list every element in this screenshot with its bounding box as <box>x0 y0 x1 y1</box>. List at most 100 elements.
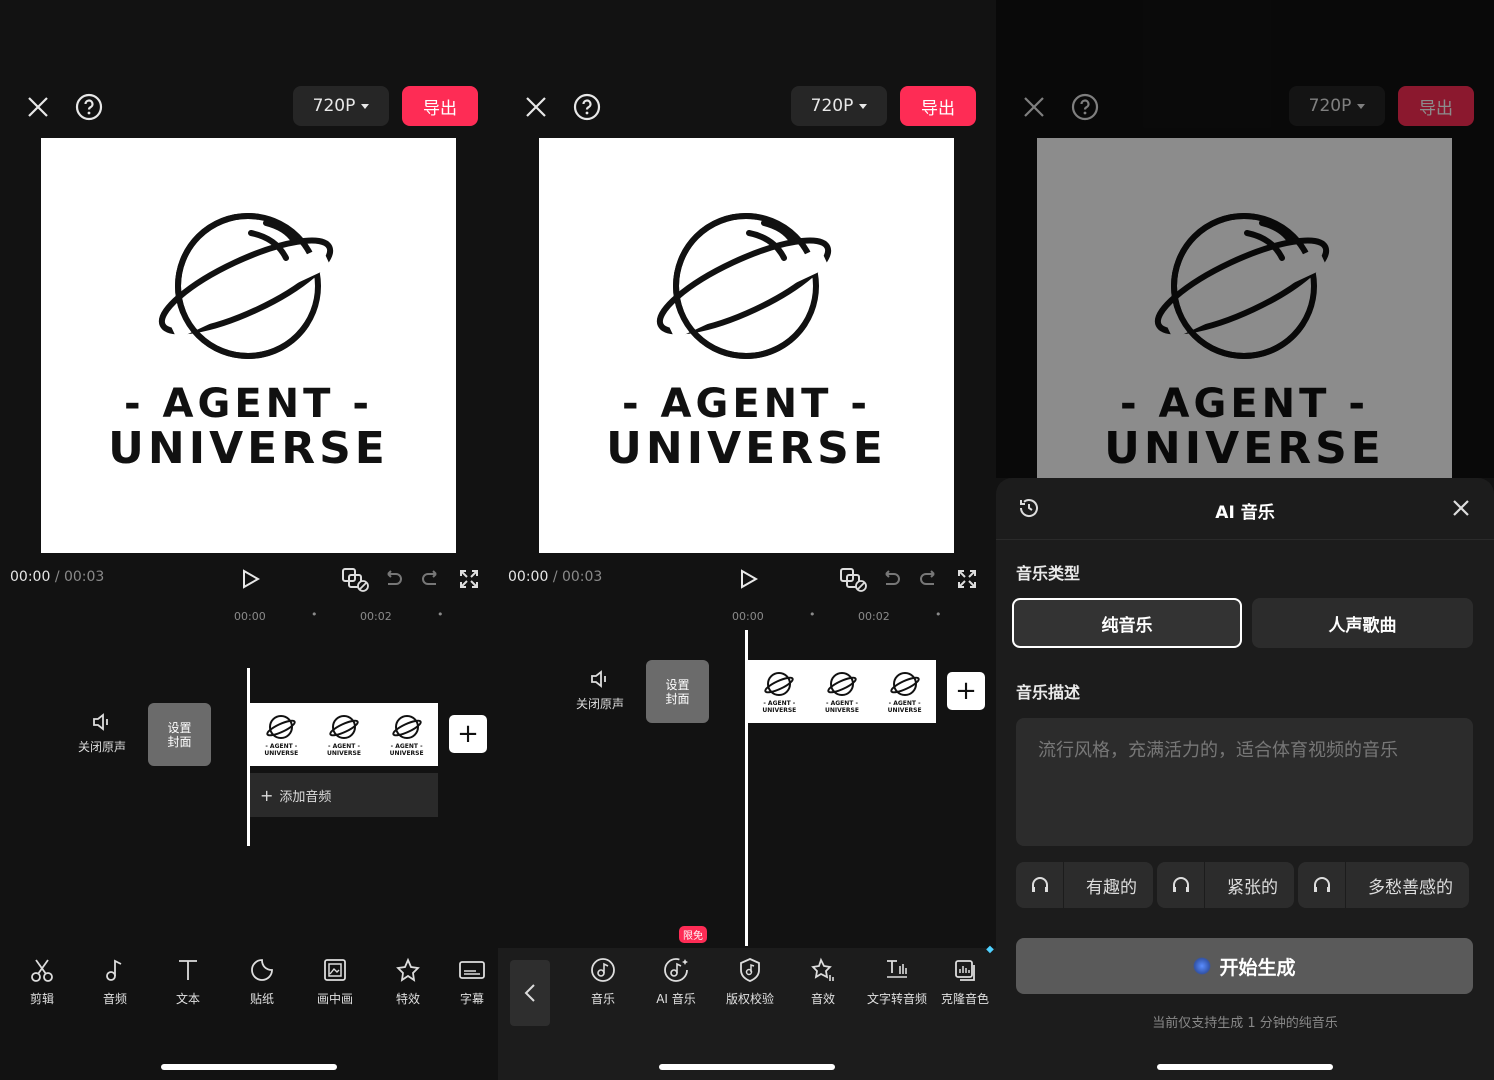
text-icon <box>179 960 197 980</box>
play-icon[interactable] <box>733 564 763 594</box>
time-display: 00:00 / 00:03 <box>508 569 602 585</box>
tool-label: 版权校验 <box>725 992 774 1006</box>
tool-label: 克隆音色 <box>940 992 989 1006</box>
video-preview: - AGENT - UNIVERSE <box>539 138 954 553</box>
video-clip[interactable]: - AGENT - UNIVERSE - AGENT - UNIVERSE - AG… <box>748 660 936 723</box>
timeline-ruler: 00:00 • 00:02 • <box>498 608 996 630</box>
ruler-dot: • <box>311 608 318 621</box>
back-button[interactable] <box>510 960 550 1026</box>
headphones-icon <box>1157 862 1205 908</box>
music-desc-input[interactable]: 流行风格，充满活力的，适合体育视频的音乐 <box>1016 718 1473 846</box>
tool-label: 文字转音频 <box>866 992 927 1006</box>
divider <box>996 539 1494 540</box>
keyframe-icon[interactable] <box>838 564 868 594</box>
ai-music-sheet: AI 音乐 音乐类型 纯音乐 人声歌曲 音乐描述 流行风格，充满活力的，适合体育… <box>996 478 1494 1080</box>
close-icon[interactable] <box>23 92 53 122</box>
add-clip-button[interactable]: + <box>947 672 985 710</box>
modal-overlay[interactable] <box>996 0 1494 478</box>
tool-effects[interactable]: 特效 <box>373 950 443 1007</box>
generation-note: 当前仅支持生成 1 分钟的纯音乐 <box>1152 1016 1338 1031</box>
keyframe-icon[interactable] <box>340 564 370 594</box>
mood-chip-fun[interactable]: 有趣的 <box>1016 862 1153 908</box>
tool-voice-clone[interactable]: ◆ 克隆音色 <box>934 944 996 1007</box>
add-audio-button[interactable]: + 添加音频 <box>250 773 438 817</box>
play-icon[interactable] <box>235 564 265 594</box>
tool-label: 剪辑 <box>29 992 54 1006</box>
resolution-select[interactable]: 720P <box>791 86 887 126</box>
mute-label: 关闭原声 <box>77 740 126 754</box>
add-clip-button[interactable]: + <box>449 715 487 753</box>
help-icon[interactable] <box>74 92 104 122</box>
time-separator: / <box>54 569 60 585</box>
thumb-text: - AGENT - <box>328 742 360 750</box>
export-button[interactable]: 导出 <box>900 86 976 126</box>
tool-copyright-check[interactable]: 版权校验 <box>715 950 785 1007</box>
headphones-icon <box>1016 862 1064 908</box>
home-indicator <box>659 1064 835 1070</box>
clip-thumbnail: - AGENT - UNIVERSE <box>751 664 807 720</box>
undo-icon[interactable] <box>378 564 408 594</box>
export-button[interactable]: 导出 <box>402 86 478 126</box>
music-desc-label: 音乐描述 <box>1016 683 1081 702</box>
tool-sound-effects[interactable]: 音效 <box>788 950 858 1007</box>
plus-icon: + <box>260 785 274 805</box>
mute-original-button[interactable]: 关闭原声 <box>67 712 137 755</box>
ruler-tick: 00:02 <box>360 610 392 623</box>
planet-logo-icon <box>656 213 832 359</box>
resolution-select[interactable]: 720P <box>293 86 389 126</box>
timeline-ruler: 00:00 • 00:02 • <box>0 608 498 630</box>
tool-ai-music[interactable]: 限免 AI 音乐 <box>641 926 711 1007</box>
tool-audio[interactable]: 音频 <box>80 950 150 1007</box>
fullscreen-icon[interactable] <box>454 564 484 594</box>
ruler-dot: • <box>437 608 444 621</box>
close-sheet-icon[interactable] <box>1446 493 1476 523</box>
speaker-icon <box>93 713 108 731</box>
mood-label: 多愁善感的 <box>1368 877 1453 898</box>
mood-chip-sentimental[interactable]: 多愁善感的 <box>1298 862 1469 908</box>
video-clip[interactable]: - AGENT - UNIVERSE - AGENT - UNIVERSE - AG… <box>250 703 438 766</box>
tool-pip[interactable]: 画中画 <box>300 950 370 1007</box>
top-bar: 720P 导出 <box>498 86 996 128</box>
ai-music-icon <box>664 958 688 982</box>
tool-text[interactable]: 文本 <box>153 950 223 1007</box>
shield-icon <box>740 958 760 982</box>
mood-chip-tense[interactable]: 紧张的 <box>1157 862 1294 908</box>
music-note-icon <box>106 959 122 981</box>
free-badge: 限免 <box>679 926 707 943</box>
tool-edit[interactable]: 剪辑 <box>7 950 77 1007</box>
type-vocal-button[interactable]: 人声歌曲 <box>1252 598 1473 648</box>
tool-text-to-audio[interactable]: 文字转音频 <box>861 950 933 1007</box>
editor-panel-main: 720P 导出 - AGENT - UNIVERSE 00:00 / 00:03 <box>0 0 498 1080</box>
tool-music[interactable]: 音乐 <box>568 950 638 1007</box>
mute-label: 关闭原声 <box>575 697 624 711</box>
fullscreen-icon[interactable] <box>952 564 982 594</box>
ruler-tick: 00:00 <box>234 610 266 623</box>
ai-music-panel: 720P 导出 - AGENT - UNIVERSE AI 音乐 音乐类型 纯音… <box>996 0 1494 1080</box>
tool-subtitle[interactable]: 字幕 <box>447 950 497 1007</box>
mood-label: 紧张的 <box>1227 877 1278 898</box>
help-icon[interactable] <box>572 92 602 122</box>
clip-thumbnail: - AGENT - UNIVERSE <box>814 664 870 720</box>
text-to-audio-icon <box>887 960 907 978</box>
ruler-dot: • <box>935 608 942 621</box>
redo-icon[interactable] <box>416 564 446 594</box>
ruler-dot: • <box>809 608 816 621</box>
redo-icon[interactable] <box>914 564 944 594</box>
mute-original-button[interactable]: 关闭原声 <box>565 669 635 712</box>
logo-text-line1: - AGENT - <box>622 381 871 427</box>
type-instrumental-button[interactable]: 纯音乐 <box>1012 598 1242 648</box>
set-cover-button[interactable]: 设置 封面 <box>148 703 211 766</box>
home-indicator <box>1157 1064 1333 1070</box>
set-cover-button[interactable]: 设置 封面 <box>646 660 709 723</box>
player-controls: 00:00 / 00:03 <box>498 565 996 593</box>
generate-button[interactable]: 开始生成 <box>1016 938 1473 994</box>
thumb-text: - AGENT - <box>888 699 921 707</box>
close-icon[interactable] <box>521 92 551 122</box>
tool-label: 贴纸 <box>249 992 274 1006</box>
undo-icon[interactable] <box>876 564 906 594</box>
sticker-icon <box>251 959 273 981</box>
ai-orb-icon <box>1193 957 1212 975</box>
scissors-icon <box>31 959 53 982</box>
tool-sticker[interactable]: 贴纸 <box>227 950 297 1007</box>
add-audio-label: 添加音频 <box>279 789 332 805</box>
